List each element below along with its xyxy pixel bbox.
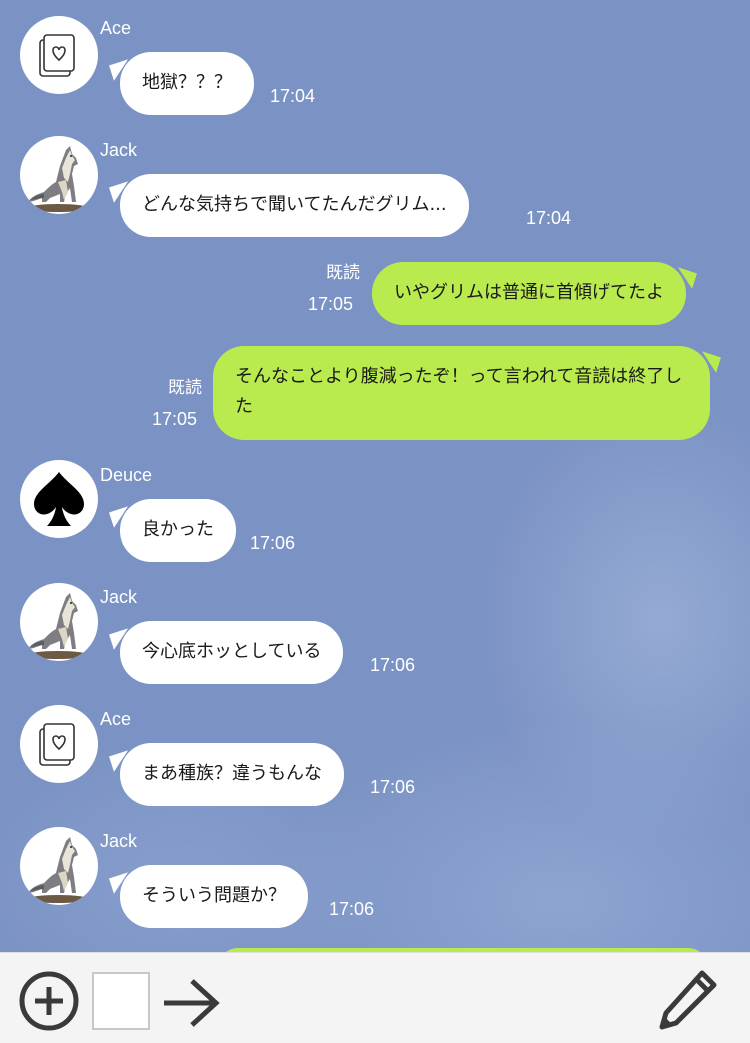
avatar-deuce[interactable]: [20, 460, 98, 538]
message-time: 17:05: [308, 294, 354, 314]
message-time: 17:04: [526, 208, 572, 228]
message-time: 17:05: [152, 409, 198, 429]
message-text: そんなことより腹減ったぞ！って言われて音読は終了した: [235, 366, 683, 417]
chat-area[interactable]: Ace 地獄？？？ 17:04 Jack どんな気持ちで聞いてたんだグリム...…: [0, 0, 750, 952]
image-square-icon[interactable]: [92, 972, 150, 1030]
sender-name: Jack: [100, 140, 138, 160]
message-bubble[interactable]: 良かった: [120, 499, 236, 562]
heart-card-icon: [39, 723, 75, 766]
message-time: 17:06: [370, 777, 416, 797]
message-text: どんな気持ちで聞いてたんだグリム...: [142, 194, 447, 215]
message-text: 良かった: [142, 519, 214, 540]
message-text: 今心底ホッとしている: [142, 641, 322, 662]
message-bubble[interactable]: いやグリムは普通に首傾げてたよ: [372, 262, 686, 325]
message-time: 17:04: [270, 86, 316, 106]
sender-name: Ace: [100, 18, 132, 38]
read-receipt: 既読: [326, 263, 360, 283]
wolf-icon: [28, 146, 88, 212]
wolf-icon: [28, 837, 88, 903]
message-bubble[interactable]: そんなことより腹減ったぞ！って言われて音読は終了した: [213, 346, 710, 440]
message-bubble[interactable]: そういう問題か？: [120, 865, 308, 928]
avatar-jack[interactable]: [20, 136, 98, 214]
message-bubble[interactable]: 今心底ホッとしている: [120, 621, 344, 684]
message-bubble[interactable]: どんな気持ちで聞いてたんだグリム...: [120, 174, 469, 237]
read-receipt: 既読: [168, 378, 202, 398]
sender-name: Jack: [100, 831, 138, 851]
message-text: 地獄？？？: [142, 72, 232, 93]
message-text: そういう問題か？: [142, 885, 286, 906]
input-toolbar: [0, 952, 750, 1043]
message-text: まあ種族？違うもんな: [142, 763, 322, 784]
avatar-ace[interactable]: [20, 16, 98, 94]
arrow-right-icon[interactable]: [160, 975, 222, 1031]
message-time: 17:06: [370, 655, 416, 675]
wolf-icon: [28, 593, 88, 659]
heart-card-icon: [39, 34, 75, 77]
sender-name: Jack: [100, 587, 138, 607]
message-time: 17:06: [250, 533, 296, 553]
pencil-icon[interactable]: [656, 967, 722, 1033]
message-bubble[interactable]: 地獄？？？: [120, 52, 254, 115]
spade-icon: [34, 472, 84, 526]
sender-name: Ace: [100, 709, 132, 729]
avatar-ace[interactable]: [20, 705, 98, 783]
message-bubble[interactable]: まあ種族？違うもんな: [120, 743, 344, 806]
avatar-jack[interactable]: [20, 827, 98, 905]
add-circle-icon[interactable]: [18, 970, 80, 1032]
avatar-jack[interactable]: [20, 583, 98, 661]
message-time: 17:06: [329, 899, 375, 919]
message-text: いやグリムは普通に首傾げてたよ: [394, 282, 664, 303]
sender-name: Deuce: [100, 465, 153, 485]
